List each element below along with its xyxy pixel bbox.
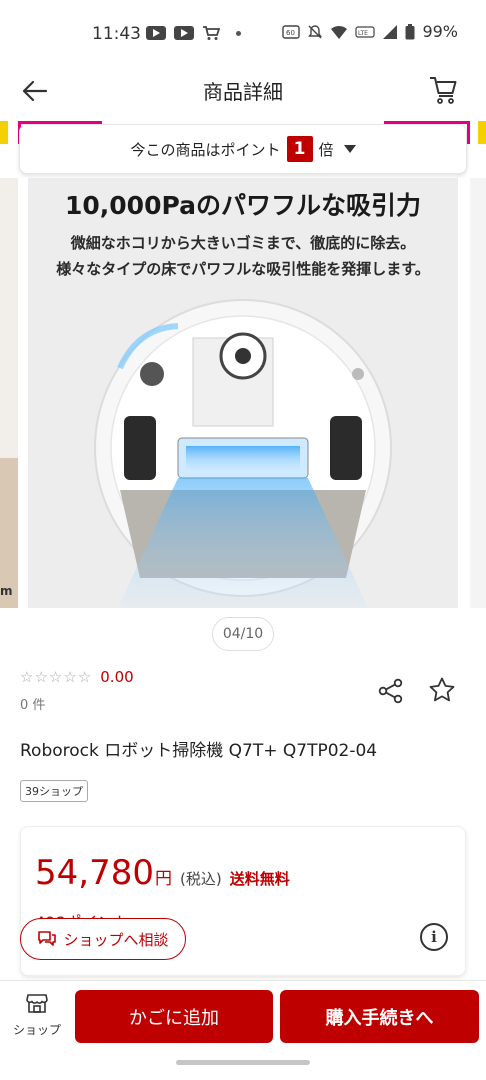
shop-nav-button[interactable]: ショップ bbox=[6, 991, 68, 1041]
dot-icon bbox=[236, 30, 241, 36]
checkout-button[interactable]: 購入手続きへ bbox=[280, 990, 479, 1043]
chat-bubble-icon bbox=[38, 931, 57, 946]
point-banner-text: 今この商品はポイント bbox=[130, 140, 281, 159]
rating-row[interactable]: ☆ ☆ ☆ ☆ ☆ 0.00 bbox=[20, 668, 134, 686]
rating-value: 0.00 bbox=[100, 668, 134, 686]
campaign-strip bbox=[478, 121, 486, 144]
robot-vacuum-image bbox=[94, 299, 392, 608]
home-indicator[interactable] bbox=[176, 1060, 310, 1065]
price-line: 54,780 円 (税込) 送料無料 bbox=[35, 853, 290, 893]
wifi-icon bbox=[331, 25, 348, 39]
svg-text:60: 60 bbox=[286, 29, 295, 37]
share-icon[interactable] bbox=[377, 677, 405, 705]
star-empty-icon: ☆ bbox=[34, 668, 48, 686]
info-icon[interactable]: i bbox=[420, 923, 448, 951]
battery-icon bbox=[405, 23, 415, 39]
battery-percent: 99% bbox=[422, 22, 458, 41]
shop-consult-button[interactable]: ショップへ相談 bbox=[20, 918, 186, 960]
status-time: 11:43 bbox=[92, 24, 141, 44]
youtube-icon bbox=[174, 26, 194, 40]
svg-text:LTE: LTE bbox=[358, 30, 368, 37]
current-slide[interactable]: 10,000Paのパワフルな吸引力 微細なホコリから大きいゴミまで、徹底的に除去… bbox=[28, 178, 458, 608]
next-slide[interactable] bbox=[470, 178, 486, 608]
tax-label: (税込) bbox=[179, 870, 222, 888]
cart-notification-icon bbox=[203, 26, 220, 40]
shop-storefront-icon bbox=[26, 994, 48, 1013]
point-multiplier-banner[interactable]: 今この商品はポイント 1 倍 bbox=[19, 124, 467, 174]
point-multiplier-badge: 1 bbox=[286, 136, 313, 162]
star-empty-icon: ☆ bbox=[77, 668, 92, 686]
star-empty-icon: ☆ bbox=[63, 668, 77, 686]
dropdown-caret-icon bbox=[343, 145, 356, 153]
shop-nav-label: ショップ bbox=[12, 1023, 61, 1037]
bottom-action-bar: ショップ かごに追加 購入手続きへ bbox=[0, 980, 486, 1048]
shop-tag-badge: 39ショップ bbox=[20, 780, 88, 802]
previous-slide[interactable]: m bbox=[0, 178, 18, 608]
price-amount: 54,780 bbox=[35, 853, 154, 893]
signal-icon bbox=[383, 24, 398, 39]
favorite-star-icon[interactable] bbox=[428, 676, 456, 704]
youtube-icon bbox=[146, 26, 166, 40]
cart-icon[interactable] bbox=[426, 72, 460, 106]
review-count[interactable]: 0 件 bbox=[20, 694, 45, 713]
status-bar: 11:43 60 LTE 99% bbox=[0, 0, 486, 66]
free-shipping-label: 送料無料 bbox=[229, 870, 290, 888]
star-empty-icon: ☆ bbox=[48, 668, 63, 686]
data-saver-icon: 60 bbox=[282, 24, 301, 39]
product-image-carousel[interactable]: m 10,000Paのパワフルな吸引力 微細なホコリから大きいゴミまで、徹底的に… bbox=[0, 178, 486, 608]
campaign-strip bbox=[0, 121, 8, 144]
volte-icon: LTE bbox=[355, 25, 376, 38]
previous-slide-fragment: m bbox=[0, 584, 13, 598]
add-to-cart-button[interactable]: かごに追加 bbox=[75, 990, 273, 1043]
notification-icons bbox=[146, 25, 241, 41]
product-title: Roborock ロボット掃除機 Q7T+ Q7TP02-04 bbox=[20, 741, 378, 761]
point-banner-suffix: 倍 bbox=[318, 140, 334, 159]
mute-icon bbox=[308, 24, 323, 38]
app-header: 商品詳細 bbox=[0, 66, 486, 118]
star-empty-icon: ☆ bbox=[20, 668, 34, 686]
page-title: 商品詳細 bbox=[203, 80, 283, 104]
carousel-page-indicator: 04/10 bbox=[212, 617, 274, 651]
price-currency: 円 bbox=[154, 869, 172, 889]
shop-consult-label: ショップへ相談 bbox=[63, 930, 169, 949]
system-icons: 60 LTE 99% bbox=[282, 22, 458, 41]
